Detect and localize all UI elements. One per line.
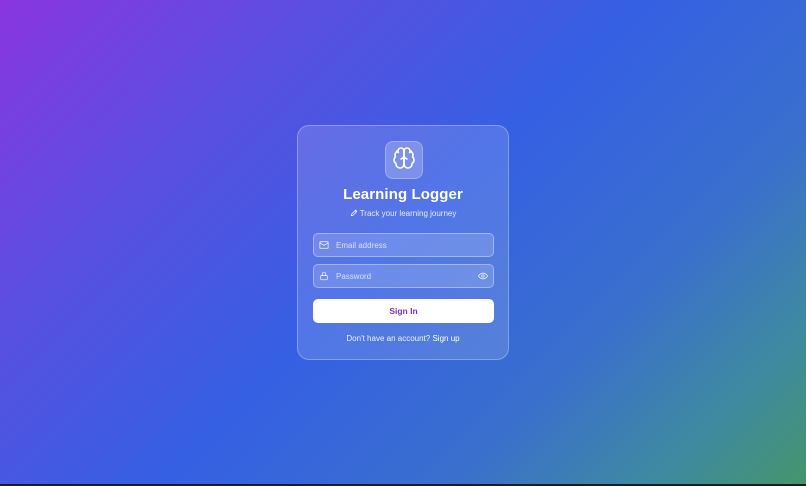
mail-icon <box>319 240 329 250</box>
brain-icon <box>392 146 416 175</box>
logo-tile <box>385 141 423 179</box>
password-input[interactable] <box>336 265 477 287</box>
subtitle-text: Track your learning journey <box>359 209 457 218</box>
signup-prompt: Don't have an account? Sign up <box>298 334 508 343</box>
eye-icon[interactable] <box>477 270 489 282</box>
signup-prompt-text: Don't have an account? <box>346 334 431 343</box>
pencil-icon <box>350 209 358 219</box>
app-title: Learning Logger <box>343 186 463 203</box>
email-field[interactable] <box>313 233 494 257</box>
app-subtitle: Track your learning journey <box>298 209 508 219</box>
login-card: Learning Logger Track your learning jour… <box>297 125 509 360</box>
lock-icon <box>319 271 329 281</box>
sign-up-link[interactable]: Sign up <box>432 334 459 343</box>
sign-in-button[interactable]: Sign In <box>313 299 494 323</box>
password-field[interactable] <box>313 264 494 288</box>
email-input[interactable] <box>336 234 493 256</box>
